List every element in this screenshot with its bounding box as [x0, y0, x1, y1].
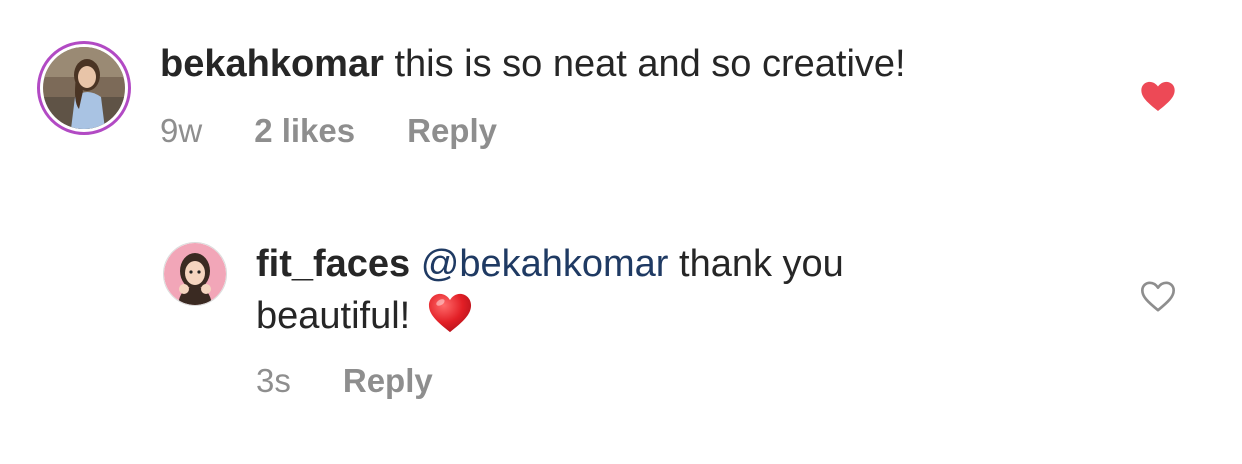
comment-item: bekahkomar this is so neat and so creati… — [0, 0, 1242, 200]
comment-text: fit_faces @bekahkomar thank you beautifu… — [256, 242, 844, 344]
reply-button[interactable]: Reply — [407, 112, 497, 150]
reply-button[interactable]: Reply — [343, 362, 433, 400]
profile-photo — [43, 47, 125, 129]
profile-photo — [164, 243, 226, 305]
like-heart-outline-icon[interactable] — [1138, 276, 1178, 316]
like-heart-icon[interactable] — [1138, 76, 1178, 116]
comment-line-1: fit_faces @bekahkomar thank you — [256, 242, 844, 286]
likes-count[interactable]: 2 likes — [254, 112, 355, 150]
comment-meta: 3s Reply — [256, 362, 433, 400]
reply-comment-item: fit_faces @bekahkomar thank you beautifu… — [0, 200, 1242, 464]
avatar[interactable] — [163, 242, 227, 306]
timestamp: 9w — [160, 112, 203, 149]
comment-meta: 9w 2 likes Reply — [160, 112, 497, 150]
mention-link[interactable]: @bekahkomar — [421, 243, 669, 285]
comment-line-2: beautiful! — [256, 290, 844, 344]
username[interactable]: bekahkomar — [160, 43, 384, 85]
comment-body: thank you — [668, 243, 844, 285]
comment-body: this is so neat and so creative! — [383, 43, 906, 85]
red-heart-emoji-icon — [427, 290, 473, 344]
timestamp: 3s — [256, 362, 291, 399]
username[interactable]: fit_faces — [256, 243, 410, 285]
comment-body-continued: beautiful! — [256, 295, 411, 337]
comment-text: bekahkomar this is so neat and so creati… — [160, 42, 906, 86]
avatar[interactable] — [37, 41, 131, 135]
